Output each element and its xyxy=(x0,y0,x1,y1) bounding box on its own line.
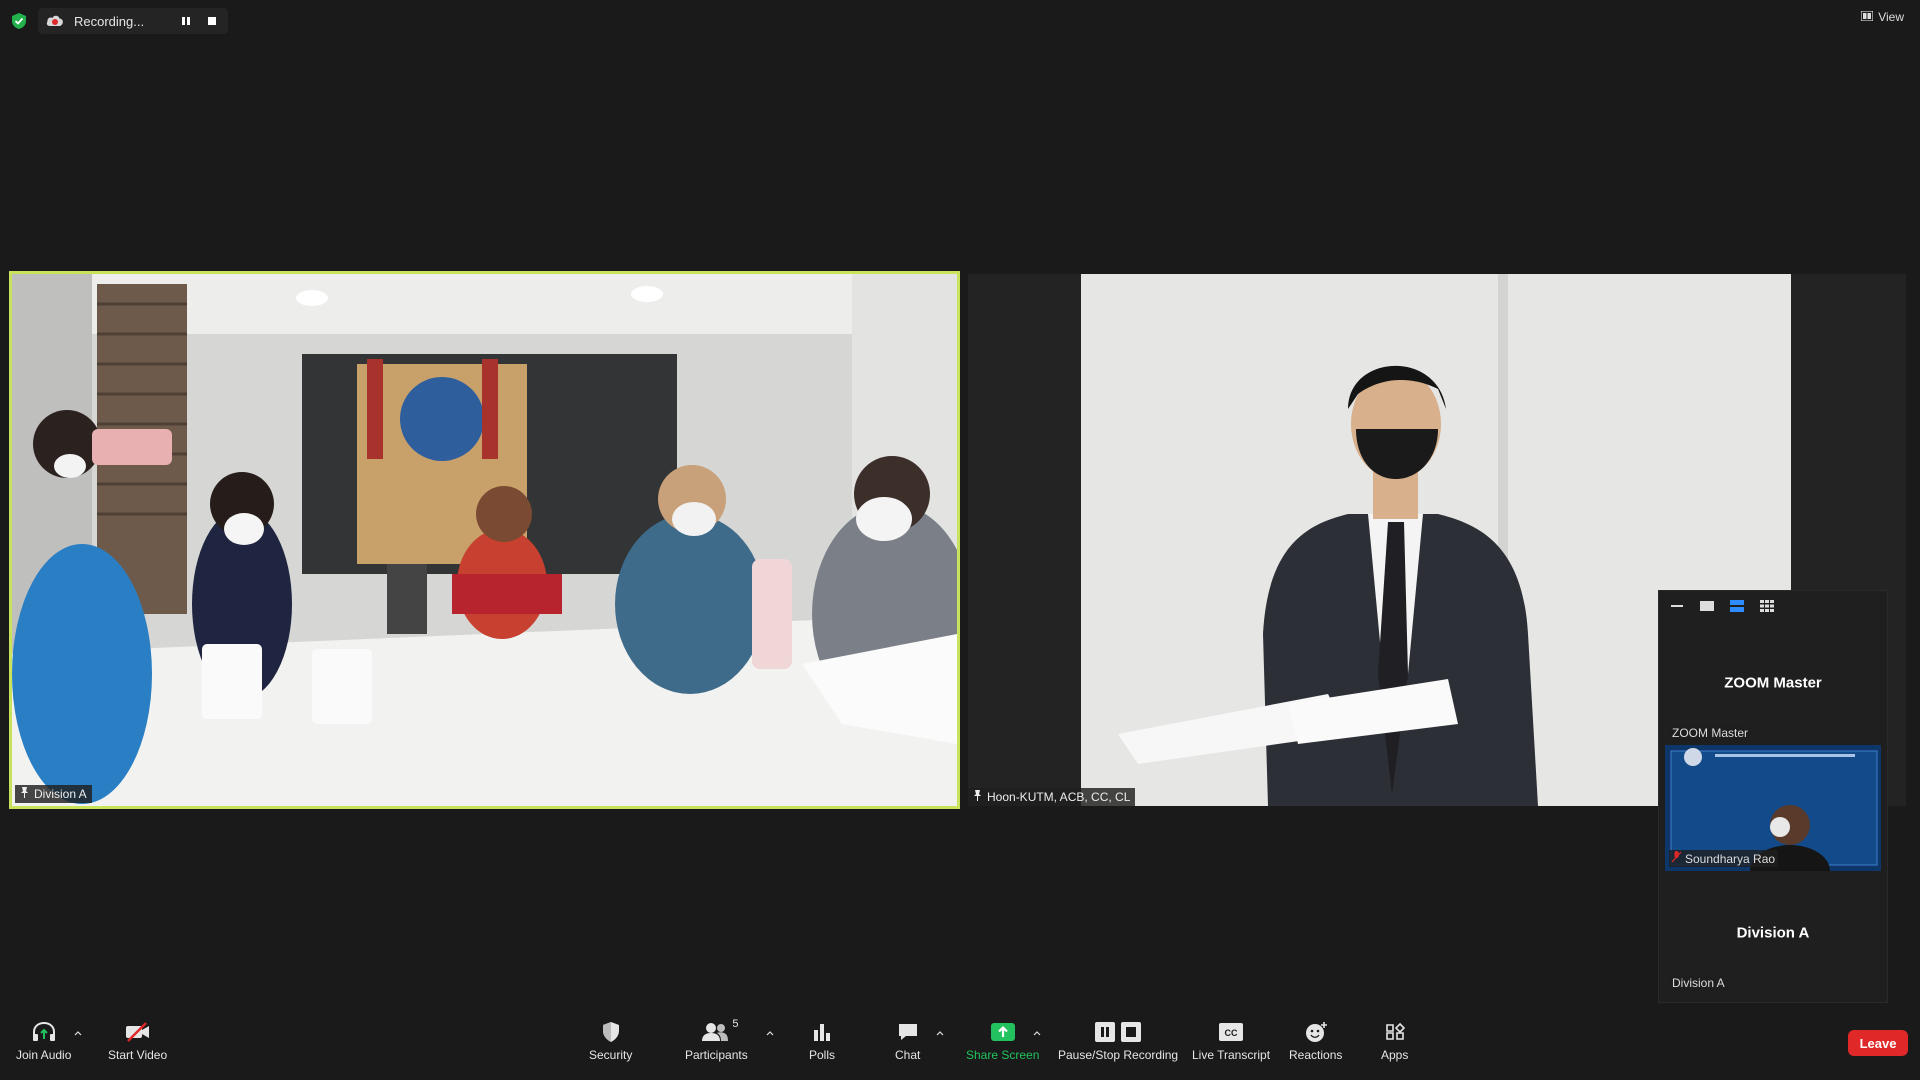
reactions-button[interactable]: Reactions xyxy=(1289,1020,1342,1062)
participants-label: Participants xyxy=(685,1048,748,1062)
thumbnail-center-name: Division A xyxy=(1736,924,1810,942)
view-grid-icon xyxy=(1860,10,1874,24)
tile-name-tag: Hoon-KUTM, ACB, CC, CL xyxy=(968,788,1136,806)
apps-label: Apps xyxy=(1381,1048,1409,1062)
encryption-shield-icon[interactable] xyxy=(8,10,30,32)
thumbnail-center-name: ZOOM Master xyxy=(1724,674,1822,692)
participant-name: Soundharya Rao xyxy=(1685,851,1776,866)
audio-options-chevron-icon[interactable] xyxy=(73,1028,83,1038)
single-view-icon[interactable] xyxy=(1699,599,1715,613)
pause-stop-icon xyxy=(1095,1020,1142,1044)
share-screen-icon xyxy=(990,1020,1016,1044)
recording-label: Recording... xyxy=(74,13,145,29)
join-audio-button[interactable]: Join Audio xyxy=(16,1020,71,1062)
thumbnail-division-a[interactable]: Division A Division A xyxy=(1665,871,1881,995)
participants-count: 5 xyxy=(732,1018,739,1030)
join-audio-label: Join Audio xyxy=(16,1048,72,1062)
live-transcript-label: Live Transcript xyxy=(1192,1048,1271,1062)
stop-recording-icon[interactable] xyxy=(204,13,220,29)
thumbnail-panel: ZOOM Master ZOOM Master Soundharya Rao D… xyxy=(1658,590,1888,1003)
minimize-icon[interactable] xyxy=(1669,599,1685,613)
svg-text:CC: CC xyxy=(1225,1028,1238,1038)
polls-button[interactable]: Polls xyxy=(809,1020,835,1062)
polls-bar-chart-icon xyxy=(812,1020,832,1044)
share-options-chevron-icon[interactable] xyxy=(1032,1028,1042,1038)
top-status-bar: Recording... xyxy=(8,8,229,34)
reactions-label: Reactions xyxy=(1289,1048,1343,1062)
chat-label: Chat xyxy=(895,1048,921,1062)
muted-mic-icon xyxy=(1671,851,1682,866)
pause-stop-recording-button[interactable]: Pause/Stop Recording xyxy=(1058,1020,1178,1062)
thumbnail-soundharya-rao[interactable]: Soundharya Rao xyxy=(1665,745,1881,871)
conference-room-video xyxy=(12,274,957,806)
security-shield-icon xyxy=(601,1020,621,1044)
chat-options-chevron-icon[interactable] xyxy=(935,1028,945,1038)
thumbnail-zoom-master[interactable]: ZOOM Master ZOOM Master xyxy=(1665,621,1881,745)
pin-icon xyxy=(20,787,29,801)
tile-name: Division A xyxy=(34,787,87,801)
video-off-icon xyxy=(124,1020,152,1044)
meeting-toolbar: Join Audio Start Video Security 5 Partic… xyxy=(0,1010,1920,1080)
smiley-plus-icon xyxy=(1304,1020,1328,1044)
headphones-icon xyxy=(31,1020,57,1044)
participants-button[interactable]: 5 Participants xyxy=(685,1018,748,1062)
thumbnail-label: Division A xyxy=(1669,975,1728,991)
security-button[interactable]: Security xyxy=(589,1020,632,1062)
view-label: View xyxy=(1878,10,1904,24)
live-transcript-button[interactable]: CC Live Transcript xyxy=(1192,1020,1270,1062)
apps-icon xyxy=(1384,1020,1406,1044)
chat-bubble-icon xyxy=(897,1020,919,1044)
tile-name-tag: Division A xyxy=(15,785,92,803)
start-video-button[interactable]: Start Video xyxy=(108,1020,167,1062)
participants-icon: 5 xyxy=(702,1018,738,1044)
share-screen-button[interactable]: Share Screen xyxy=(966,1020,1039,1062)
thumbnail-toolbar xyxy=(1659,591,1887,621)
video-tile-division-a[interactable]: Division A xyxy=(9,271,960,809)
start-video-label: Start Video xyxy=(108,1048,168,1062)
strip-view-icon[interactable] xyxy=(1729,599,1745,613)
thumbnail-label: ZOOM Master xyxy=(1669,725,1752,741)
polls-label: Polls xyxy=(809,1048,836,1062)
security-label: Security xyxy=(589,1048,633,1062)
thumbnail-label: Soundharya Rao xyxy=(1669,850,1779,867)
recording-indicator: Recording... xyxy=(38,8,229,34)
share-screen-label: Share Screen xyxy=(966,1048,1040,1062)
leave-button[interactable]: Leave xyxy=(1848,1030,1908,1056)
closed-caption-icon: CC xyxy=(1219,1020,1244,1044)
participants-options-chevron-icon[interactable] xyxy=(765,1028,775,1038)
pause-stop-recording-label: Pause/Stop Recording xyxy=(1058,1048,1179,1062)
tile-name: Hoon-KUTM, ACB, CC, CL xyxy=(987,790,1131,804)
chat-button[interactable]: Chat xyxy=(895,1020,920,1062)
view-button[interactable]: View xyxy=(1860,10,1904,24)
pause-recording-icon[interactable] xyxy=(178,13,194,29)
grid-view-icon[interactable] xyxy=(1759,599,1775,613)
pin-icon xyxy=(973,790,982,804)
apps-button[interactable]: Apps xyxy=(1381,1020,1408,1062)
cloud-recording-icon xyxy=(46,12,64,30)
